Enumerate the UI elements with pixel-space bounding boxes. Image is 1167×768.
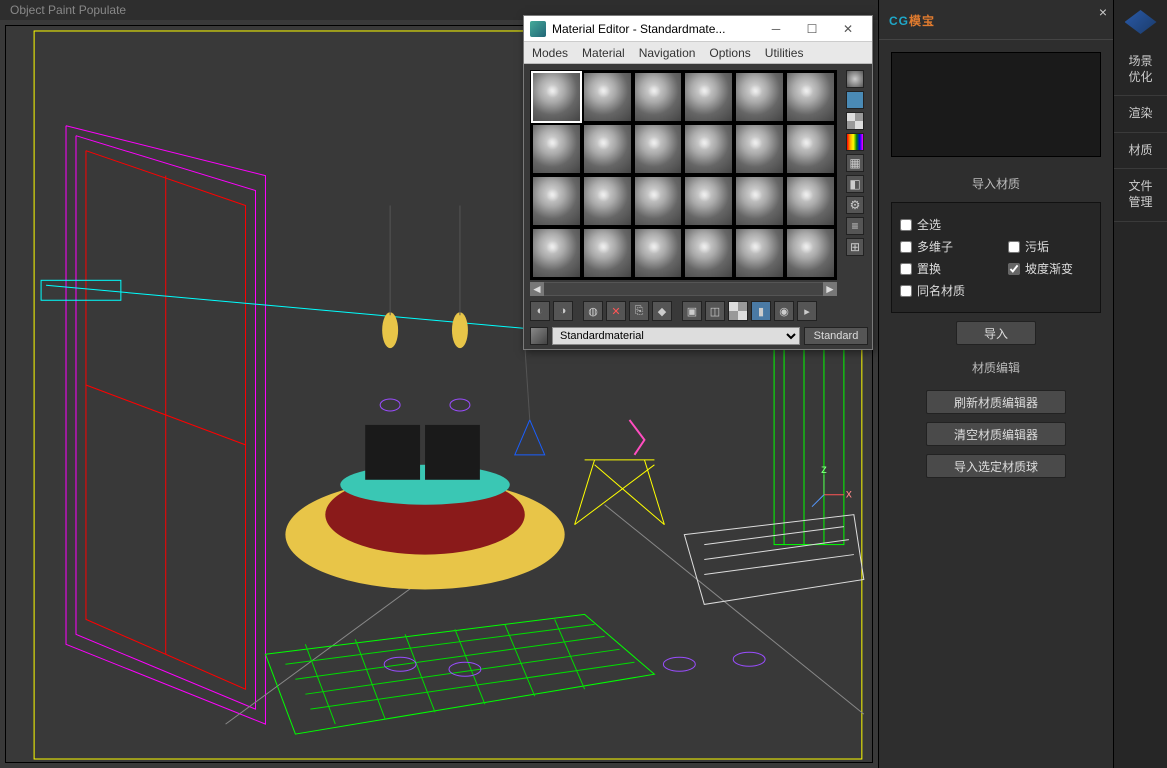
reset-map-icon[interactable]: ✕	[606, 301, 626, 321]
material-editor-title: Material Editor - Standardmate...	[552, 22, 758, 36]
material-slot[interactable]	[786, 124, 835, 174]
refresh-editor-button[interactable]: 刷新材质编辑器	[926, 390, 1066, 414]
material-slot[interactable]	[735, 72, 784, 122]
menu-material[interactable]: Material	[582, 46, 625, 60]
cg-close-button[interactable]: ×	[1099, 4, 1107, 20]
put-to-library-icon[interactable]: ▣	[682, 301, 702, 321]
backlight-icon[interactable]	[846, 91, 864, 109]
material-slot[interactable]	[532, 176, 581, 226]
select-by-material-icon[interactable]: ≡	[846, 217, 864, 235]
options-icon[interactable]: ⚙	[846, 196, 864, 214]
material-slot[interactable]	[786, 228, 835, 278]
close-button[interactable]: ✕	[830, 18, 866, 40]
background-icon[interactable]	[846, 112, 864, 130]
material-editor-body: ▦ ◧ ⚙ ≡ ⊞ ◄ ► ◐ ◑ ◍ ✕ ⎘ ◆ ▣ ◫ ▮ ◉ ▸	[524, 64, 872, 349]
clear-editor-button[interactable]: 清空材质编辑器	[926, 422, 1066, 446]
scroll-left-icon[interactable]: ◄	[530, 282, 544, 296]
svg-text:z: z	[821, 462, 827, 476]
material-slot[interactable]	[634, 176, 683, 226]
minimize-button[interactable]: ─	[758, 18, 794, 40]
make-unique-icon[interactable]: ◆	[652, 301, 672, 321]
material-slot[interactable]	[583, 228, 632, 278]
scroll-track[interactable]	[544, 283, 823, 295]
check-dirt[interactable]: 污垢	[1008, 238, 1088, 255]
maximize-button[interactable]: ☐	[794, 18, 830, 40]
material-name-row: Standardmaterial Standard	[530, 326, 868, 346]
material-side-toolbar: ▦ ◧ ⚙ ≡ ⊞	[846, 70, 868, 256]
check-slope-grad[interactable]: 坡度渐变	[1008, 260, 1088, 277]
make-preview-icon[interactable]: ◧	[846, 175, 864, 193]
tab-scene-opt[interactable]: 场景优化	[1114, 44, 1167, 96]
show-map-icon[interactable]	[728, 301, 748, 321]
material-slot[interactable]	[532, 228, 581, 278]
cg-header: CG模宝 ×	[879, 0, 1113, 40]
get-material-icon[interactable]: ◐	[530, 301, 550, 321]
material-edit-title: 材质编辑	[879, 353, 1113, 382]
tab-material[interactable]: 材质	[1114, 133, 1167, 170]
material-editor-titlebar[interactable]: Material Editor - Standardmate... ─ ☐ ✕	[524, 16, 872, 42]
material-slot[interactable]	[684, 72, 733, 122]
topbar-text: Object Paint Populate	[10, 3, 126, 17]
material-slot[interactable]	[684, 176, 733, 226]
material-editor-menu: Modes Material Navigation Options Utilit…	[524, 42, 872, 64]
material-slot[interactable]	[583, 176, 632, 226]
video-check-icon[interactable]: ▦	[846, 154, 864, 172]
import-button[interactable]: 导入	[956, 321, 1036, 345]
material-slot[interactable]	[786, 72, 835, 122]
material-slot[interactable]	[583, 124, 632, 174]
go-to-parent-icon[interactable]: ◉	[774, 301, 794, 321]
go-forward-icon[interactable]: ▸	[797, 301, 817, 321]
material-slot[interactable]	[735, 228, 784, 278]
material-slot[interactable]	[735, 176, 784, 226]
material-slot[interactable]	[583, 72, 632, 122]
check-same-name[interactable]: 同名材质	[900, 282, 980, 299]
pick-material-icon[interactable]	[530, 327, 548, 345]
material-slots-grid	[530, 70, 837, 280]
put-to-scene-icon[interactable]: ◑	[553, 301, 573, 321]
cg-check-area: 全选 多维子 污垢 置换 坡度渐变 同名材质	[891, 202, 1101, 313]
make-copy-icon[interactable]: ⎘	[629, 301, 649, 321]
diamond-logo-icon	[1125, 10, 1157, 34]
material-slot[interactable]	[786, 176, 835, 226]
slots-scrollbar[interactable]: ◄ ►	[530, 282, 837, 296]
material-type-button[interactable]: Standard	[804, 327, 868, 345]
menu-utilities[interactable]: Utilities	[765, 46, 804, 60]
import-material-title: 导入材质	[879, 169, 1113, 198]
material-name-select[interactable]: Standardmaterial	[552, 327, 800, 345]
check-displace[interactable]: 置换	[900, 260, 980, 277]
material-slot[interactable]	[634, 72, 683, 122]
menu-modes[interactable]: Modes	[532, 46, 568, 60]
material-slot[interactable]	[735, 124, 784, 174]
svg-text:x: x	[846, 487, 852, 501]
material-slot[interactable]	[634, 228, 683, 278]
show-end-result-icon[interactable]: ▮	[751, 301, 771, 321]
cg-preview-area	[891, 52, 1101, 157]
material-editor-icon	[530, 21, 546, 37]
menu-navigation[interactable]: Navigation	[639, 46, 696, 60]
material-slot[interactable]	[634, 124, 683, 174]
menu-options[interactable]: Options	[709, 46, 750, 60]
tab-file-mgmt[interactable]: 文件管理	[1114, 169, 1167, 221]
check-multi-sub[interactable]: 多维子	[900, 238, 980, 255]
material-toolbar: ◐ ◑ ◍ ✕ ⎘ ◆ ▣ ◫ ▮ ◉ ▸	[530, 300, 860, 322]
material-id-icon[interactable]: ⊞	[846, 238, 864, 256]
material-effects-icon[interactable]: ◫	[705, 301, 725, 321]
import-selected-button[interactable]: 导入选定材质球	[926, 454, 1066, 478]
tab-render[interactable]: 渲染	[1114, 96, 1167, 133]
material-slot[interactable]	[532, 72, 581, 122]
check-select-all[interactable]: 全选	[900, 216, 980, 233]
sample-uv-icon[interactable]	[846, 133, 864, 151]
scroll-right-icon[interactable]: ►	[823, 282, 837, 296]
material-editor-window[interactable]: Material Editor - Standardmate... ─ ☐ ✕ …	[523, 15, 873, 350]
material-slot[interactable]	[532, 124, 581, 174]
cg-panel: CG模宝 × 导入材质 全选 多维子 污垢 置换 坡度渐变 同名材质 导入 材质…	[878, 0, 1113, 768]
cg-logo: CG模宝	[889, 9, 935, 30]
material-slot[interactable]	[684, 228, 733, 278]
assign-to-selection-icon[interactable]: ◍	[583, 301, 603, 321]
sample-type-icon[interactable]	[846, 70, 864, 88]
material-slot[interactable]	[684, 124, 733, 174]
right-tab-bar: 场景优化 渲染 材质 文件管理	[1113, 0, 1167, 768]
